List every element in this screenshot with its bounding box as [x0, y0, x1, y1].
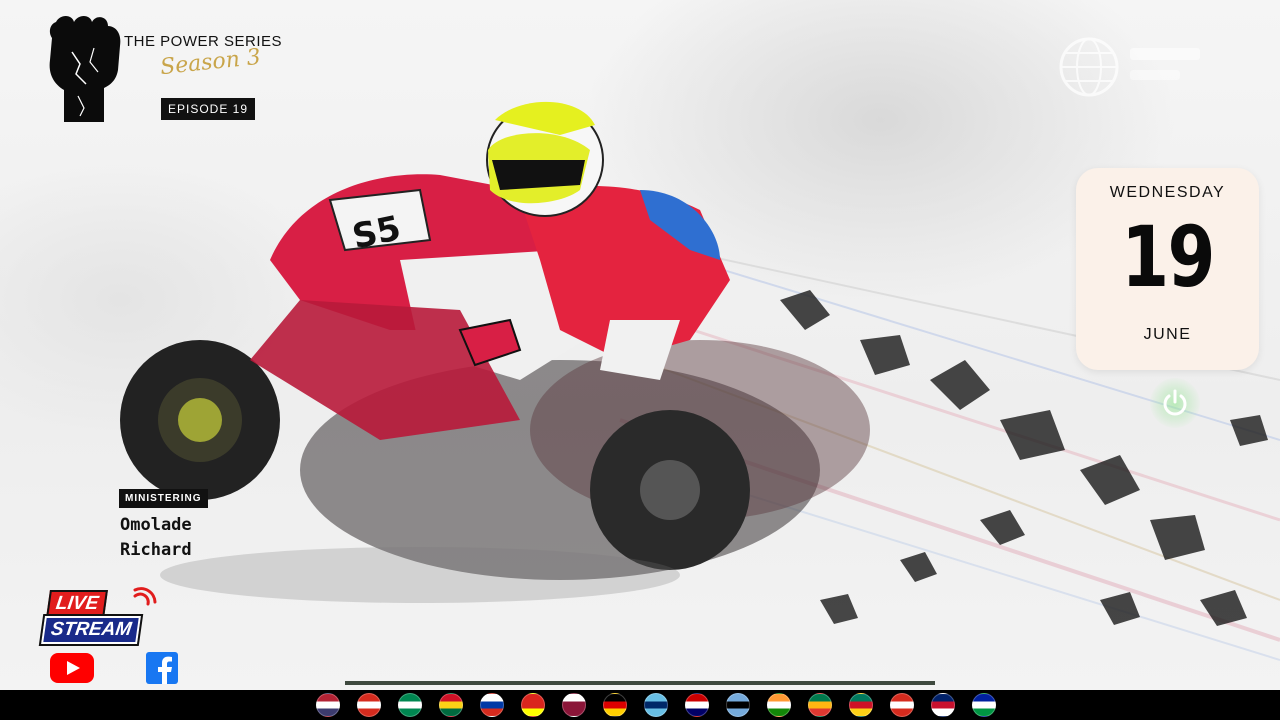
- live-stream-badge: LIVE STREAM: [38, 587, 163, 646]
- flag-vietnam-icon[interactable]: [521, 693, 545, 717]
- flag-malaysia-icon[interactable]: [685, 693, 709, 717]
- progress-line: [345, 681, 935, 685]
- youtube-icon[interactable]: [50, 653, 94, 683]
- minister-last-name: Richard: [120, 540, 192, 560]
- flag-nigeria-icon[interactable]: [398, 693, 422, 717]
- power-button[interactable]: [1150, 378, 1200, 428]
- stream-overlay-canvas: S5 THE POWER SERIES Season 3 EPISODE 19: [0, 0, 1280, 690]
- flag-india-icon[interactable]: [767, 693, 791, 717]
- date-day-number: 19: [1121, 208, 1215, 306]
- power-icon: [1163, 389, 1187, 416]
- flag-cameroon-icon[interactable]: [849, 693, 873, 717]
- flag-united-states-icon[interactable]: [316, 693, 340, 717]
- episode-badge: EPISODE 19: [161, 98, 256, 120]
- date-card: WEDNESDAY 19 JUNE: [1076, 168, 1259, 370]
- stream-label: STREAM: [38, 614, 144, 646]
- raised-fist-icon: [49, 16, 121, 122]
- flag-fiji-icon[interactable]: [644, 693, 668, 717]
- flag-canada-icon[interactable]: [357, 693, 381, 717]
- ministering-label: MINISTERING: [119, 489, 208, 508]
- flag-russia-icon[interactable]: [480, 693, 504, 717]
- globe-logo-icon: [1059, 37, 1200, 97]
- flag-ghana-icon[interactable]: [439, 693, 463, 717]
- flag-united-kingdom-icon[interactable]: [931, 693, 955, 717]
- minister-first-name: Omolade: [120, 515, 192, 535]
- flag-lesotho-icon[interactable]: [972, 693, 996, 717]
- flag-canada-icon[interactable]: [890, 693, 914, 717]
- facebook-icon[interactable]: [146, 652, 178, 684]
- flag-bar: [0, 690, 1280, 720]
- flag-germany-icon[interactable]: [603, 693, 627, 717]
- date-month: JUNE: [1143, 326, 1192, 343]
- live-label: LIVE: [46, 590, 109, 618]
- flag-south-africa-icon[interactable]: [808, 693, 832, 717]
- flag-botswana-icon[interactable]: [726, 693, 750, 717]
- date-weekday: WEDNESDAY: [1109, 184, 1226, 201]
- flag-qatar-icon[interactable]: [562, 693, 586, 717]
- broadcast-signal-icon: [133, 587, 157, 606]
